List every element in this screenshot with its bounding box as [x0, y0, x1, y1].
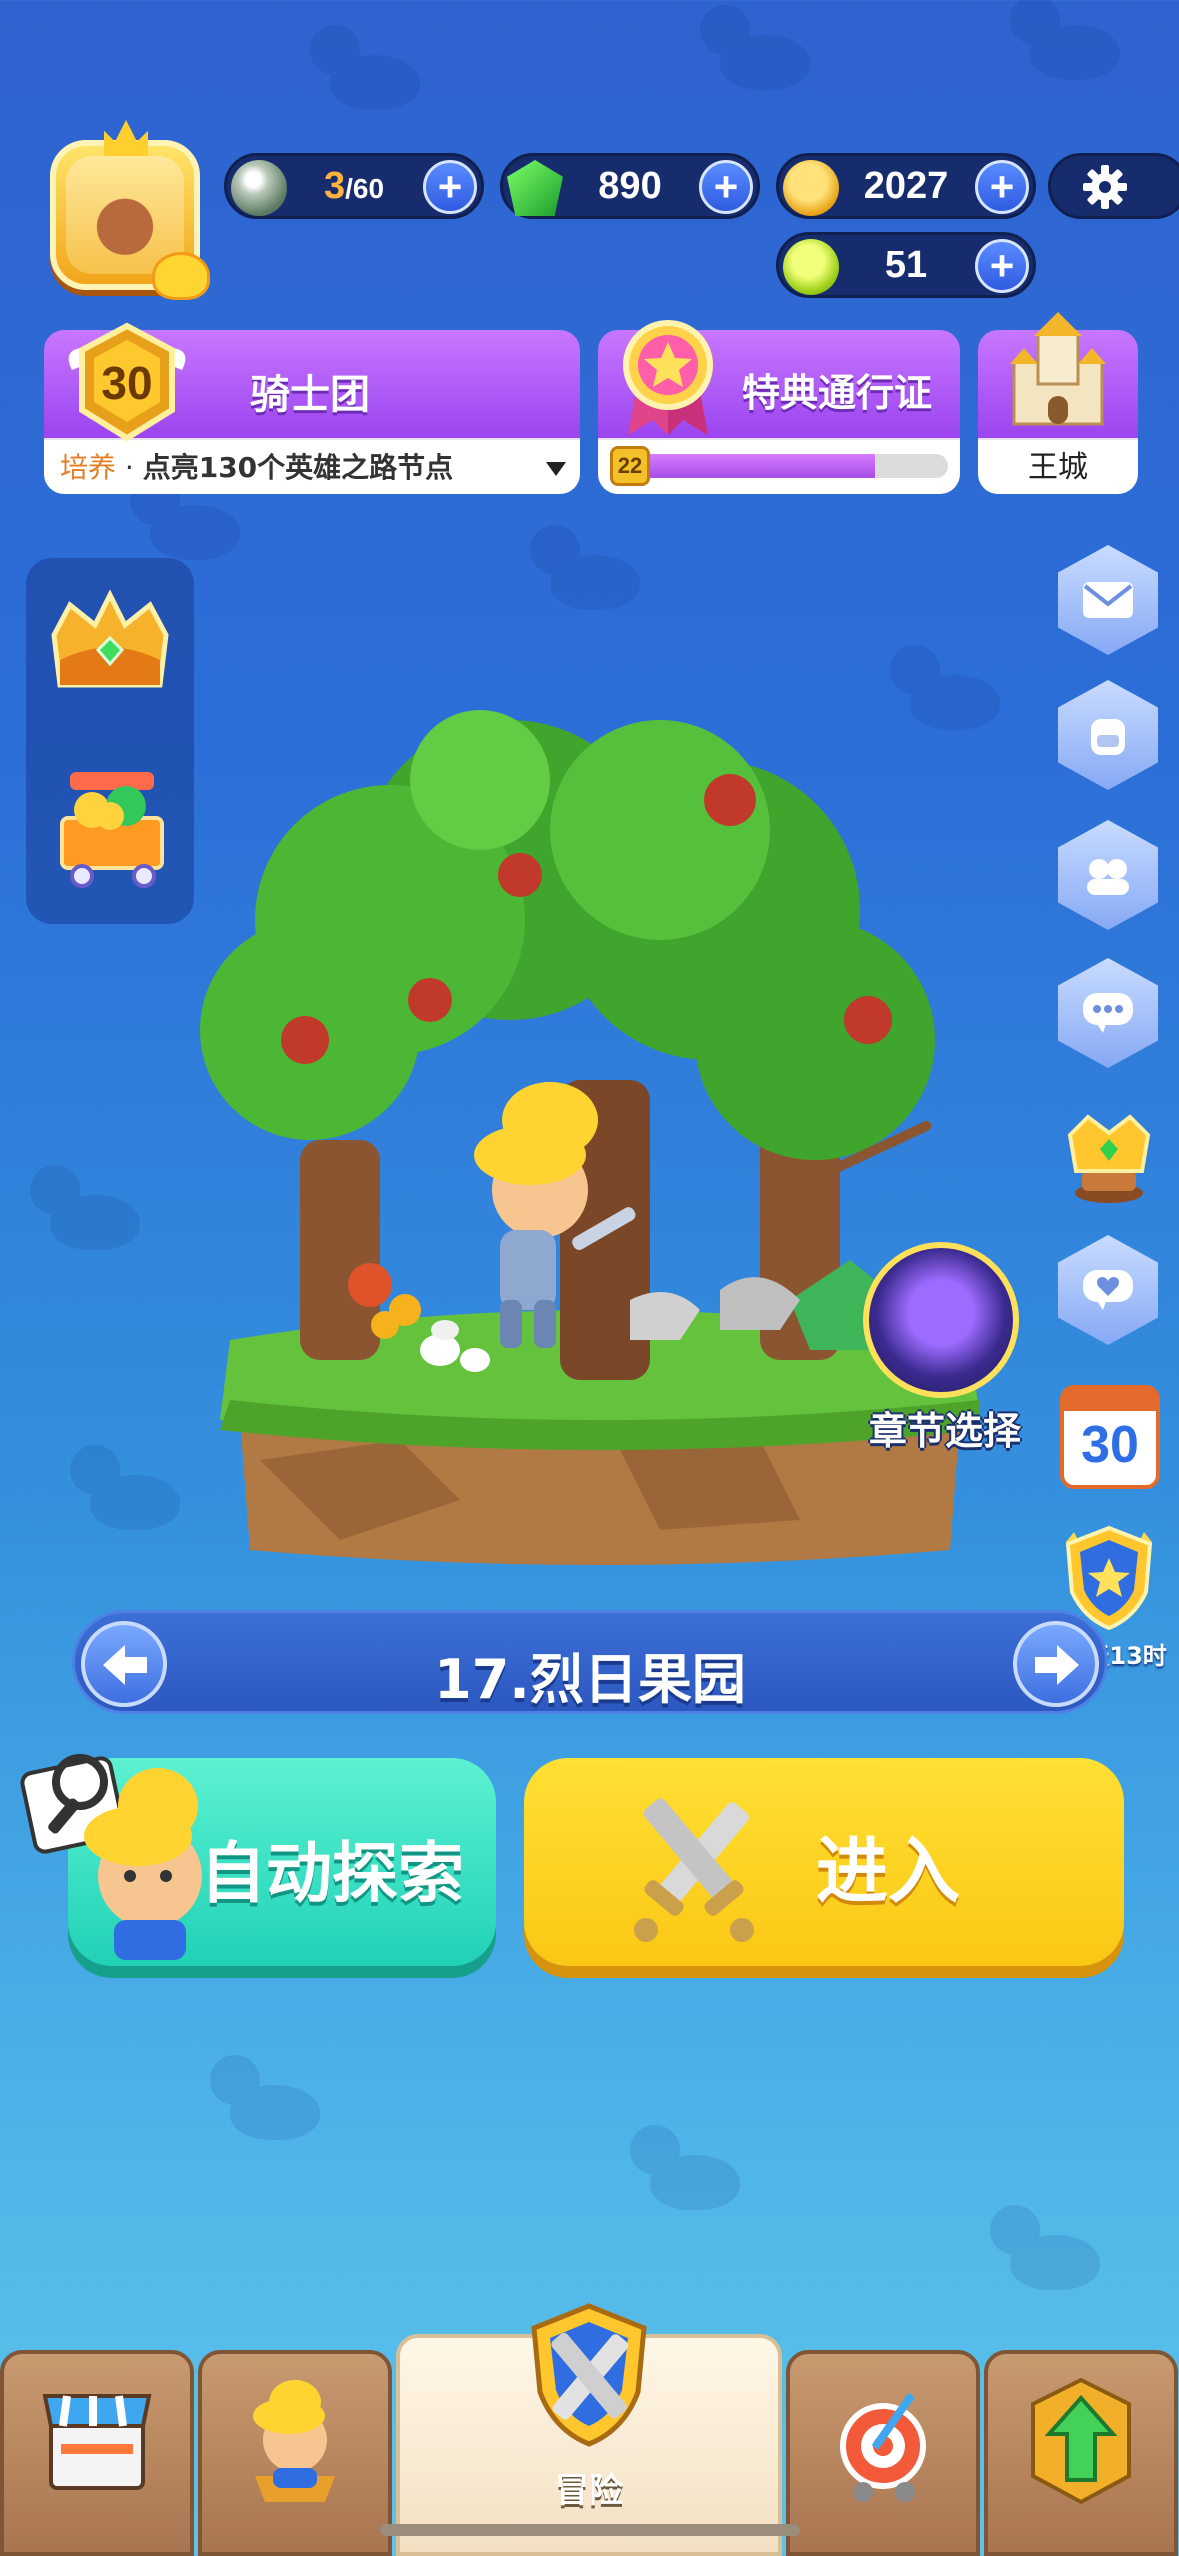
green-coin-icon: [783, 239, 839, 295]
envelope-icon: [1083, 582, 1133, 618]
castle-banner[interactable]: 王城: [978, 312, 1138, 494]
arrow-right-icon: [1035, 1645, 1079, 1685]
coins-value: 51: [884, 243, 928, 286]
bg-duck: [20, 1160, 140, 1250]
gold-coin-icon: [783, 160, 839, 216]
calendar-day: 30: [1081, 1416, 1139, 1474]
gold-counter: 2027 +: [776, 153, 1036, 219]
battle-pass-banner[interactable]: 特典通行证 22: [598, 320, 960, 494]
enter-battle-button[interactable]: 进入: [524, 1758, 1124, 1966]
duck-badge-icon: [152, 252, 210, 300]
nav-tab-label: 冒险: [555, 2471, 623, 2511]
bg-duck: [300, 20, 420, 110]
bg-duck: [690, 0, 810, 90]
crown-gift-icon[interactable]: [40, 580, 180, 720]
backpack-icon: [1091, 719, 1125, 755]
chapter-scroll-icon: [863, 1242, 1019, 1398]
adventure-icon: [531, 2303, 647, 2447]
target-icon: [840, 2392, 926, 2502]
knights-hint: 培养 · 点亮130个英雄之路节点: [60, 451, 454, 484]
battle-pass-level: 22: [610, 446, 650, 486]
bg-duck: [980, 2200, 1100, 2290]
shop-icon: [42, 2394, 152, 2490]
knights-banner[interactable]: 30 骑士团 培养 · 点亮130个英雄之路节点: [44, 322, 580, 494]
left-side-panel: [26, 558, 194, 924]
stamina-value: 3/60: [323, 164, 385, 207]
knight-level: 30: [101, 357, 153, 409]
battle-pass-progress-fill: [618, 454, 876, 478]
auto-explore-button[interactable]: 自动探索: [20, 1754, 496, 1966]
favorites-button[interactable]: [1058, 1235, 1158, 1345]
crossed-swords-icon: [634, 1798, 754, 1942]
add-gems-button[interactable]: +: [699, 160, 753, 214]
settings-button[interactable]: [1048, 153, 1179, 219]
add-gold-button[interactable]: +: [975, 160, 1029, 214]
gems-counter: 890 +: [500, 153, 760, 219]
hero-icon: [253, 2380, 335, 2502]
battle-pass-title: 特典通行证: [742, 371, 933, 415]
calendar-header: [1064, 1389, 1156, 1411]
friends-button[interactable]: [1058, 820, 1158, 930]
add-coins-button[interactable]: +: [975, 239, 1029, 293]
bg-duck: [520, 520, 640, 610]
shopping-cart-icon[interactable]: [40, 758, 180, 898]
chevron-down-icon[interactable]: [546, 462, 566, 476]
explorer-hero-icon: [20, 1754, 202, 1960]
coins-counter: 51 +: [776, 232, 1036, 298]
nav-tab-upgrade[interactable]: [984, 2350, 1178, 2556]
nav-tab-target[interactable]: [786, 2350, 980, 2556]
friends-icon: [1087, 859, 1129, 895]
add-stamina-button[interactable]: +: [423, 160, 477, 214]
nav-tab-adventure[interactable]: 冒险: [396, 2303, 782, 2556]
upgrade-icon: [1031, 2377, 1131, 2505]
gold-value: 2027: [863, 164, 949, 207]
crown-icon: [104, 120, 148, 156]
stamina-counter: 3/60 +: [224, 153, 484, 219]
knights-title: 骑士团: [250, 372, 370, 418]
player-avatar[interactable]: [40, 120, 210, 300]
heart-bubble-icon: [1083, 1270, 1133, 1310]
bg-duck: [60, 1440, 180, 1530]
backpack-button[interactable]: [1058, 680, 1158, 790]
star-medal-icon: [623, 320, 713, 435]
ranking-crown-button[interactable]: [1054, 1095, 1164, 1205]
castle-icon: [1010, 312, 1106, 426]
home-indicator[interactable]: [380, 2524, 800, 2536]
chat-bubble-icon: [1083, 993, 1133, 1033]
enter-label: 进入: [816, 1829, 961, 1913]
gems-value: 890: [598, 164, 662, 207]
stamina-orb-icon: [231, 160, 287, 216]
chapter-select-button[interactable]: 章节选择: [855, 1242, 1025, 1453]
chapter-title: 17.烈日果园: [434, 1648, 746, 1711]
bg-duck: [200, 2050, 320, 2140]
battle-pass-progress: [618, 454, 948, 478]
castle-label: 王城: [1028, 450, 1088, 485]
mail-button[interactable]: [1058, 545, 1158, 655]
bg-duck: [1000, 0, 1120, 80]
nav-tab-heroes[interactable]: [198, 2350, 392, 2556]
auto-explore-label: 自动探索: [200, 1835, 464, 1912]
gear-icon: [1083, 165, 1127, 209]
bg-duck: [620, 2120, 740, 2210]
chapter-select-label: 章节选择: [868, 1409, 1021, 1453]
calendar-button[interactable]: 30: [1060, 1385, 1160, 1489]
chapter-navigation: 17.烈日果园: [72, 1610, 1108, 1714]
chat-button[interactable]: [1058, 958, 1158, 1068]
next-chapter-button[interactable]: [1013, 1621, 1099, 1707]
nav-tab-shop[interactable]: [0, 2350, 194, 2556]
gem-icon: [507, 160, 563, 216]
